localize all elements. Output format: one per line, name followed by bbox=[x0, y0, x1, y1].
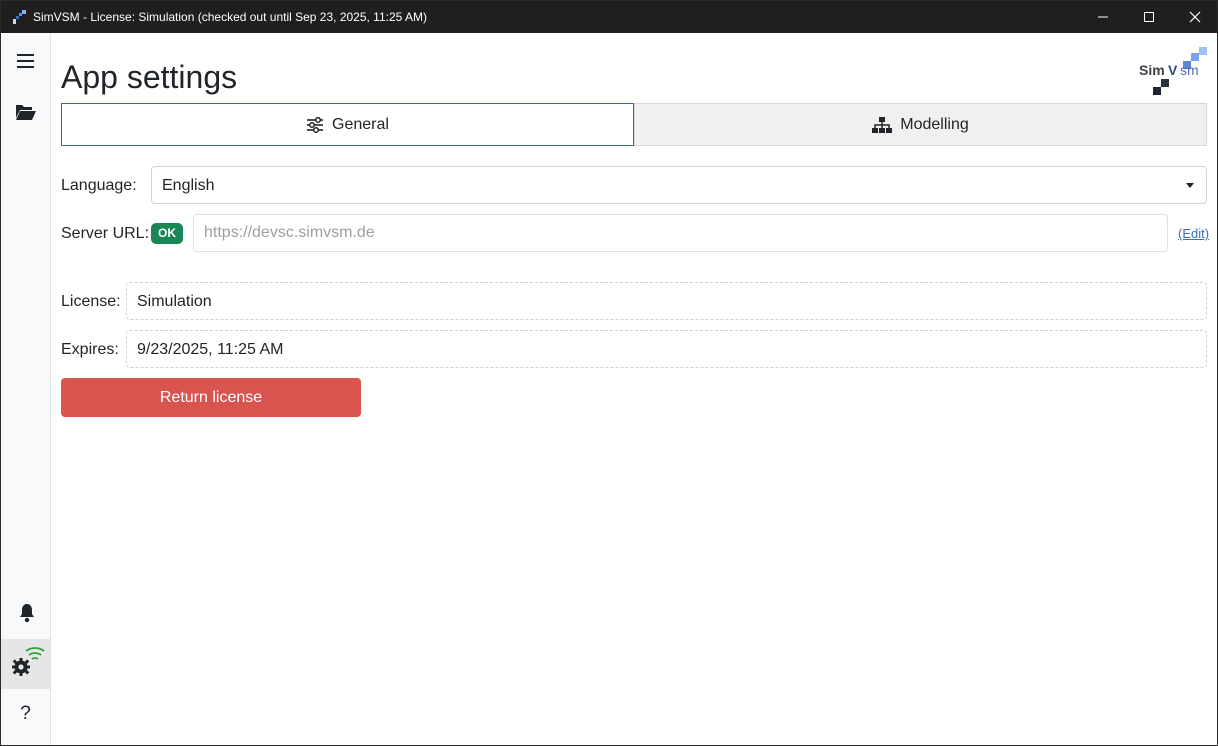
sidebar-item-menu[interactable] bbox=[1, 41, 50, 81]
sidebar-item-settings[interactable] bbox=[1, 639, 50, 689]
sidebar-item-open[interactable] bbox=[1, 91, 50, 131]
hamburger-icon bbox=[17, 54, 34, 68]
minimize-icon bbox=[1098, 16, 1108, 18]
language-value: English bbox=[162, 177, 215, 194]
sliders-icon bbox=[307, 116, 324, 133]
simvsm-logo: Sim V sm bbox=[1139, 47, 1207, 95]
chevron-down-icon bbox=[1186, 183, 1194, 188]
svg-text:V: V bbox=[1168, 62, 1178, 78]
settings-tabs: General Modelling bbox=[61, 103, 1207, 146]
main-content: App settings Sim V sm General Modelling … bbox=[51, 33, 1217, 745]
page-title: App settings bbox=[61, 59, 238, 95]
server-url-input[interactable] bbox=[193, 214, 1168, 252]
sidebar: ? bbox=[1, 33, 51, 745]
sidebar-item-help[interactable]: ? bbox=[1, 693, 50, 733]
sidebar-item-notifications[interactable] bbox=[1, 593, 50, 633]
expires-label: Expires: bbox=[61, 341, 119, 358]
title-bar: SimVSM - License: Simulation (checked ou… bbox=[1, 1, 1217, 33]
close-button[interactable] bbox=[1172, 1, 1217, 33]
language-select[interactable]: English bbox=[151, 166, 1207, 204]
tab-general[interactable]: General bbox=[61, 103, 634, 146]
window-title: SimVSM - License: Simulation (checked ou… bbox=[33, 10, 427, 24]
tab-general-label: General bbox=[332, 115, 389, 133]
maximize-button[interactable] bbox=[1126, 1, 1172, 33]
minimize-button[interactable] bbox=[1080, 1, 1126, 33]
expires-field: 9/23/2025, 11:25 AM bbox=[126, 330, 1207, 368]
language-label: Language: bbox=[61, 177, 137, 194]
maximize-icon bbox=[1144, 12, 1154, 22]
bell-icon bbox=[20, 604, 34, 623]
app-logo-icon bbox=[13, 10, 26, 24]
tab-modelling-label: Modelling bbox=[900, 115, 969, 133]
svg-text:sm: sm bbox=[1180, 62, 1199, 78]
folder-open-icon bbox=[16, 105, 36, 120]
logo-text: Sim bbox=[1139, 62, 1165, 78]
app-window: SimVSM - License: Simulation (checked ou… bbox=[0, 0, 1218, 746]
close-icon bbox=[1189, 11, 1201, 23]
license-value: Simulation bbox=[137, 293, 212, 310]
gear-wifi-icon bbox=[12, 647, 45, 676]
question-icon: ? bbox=[20, 703, 31, 724]
edit-url-link[interactable]: (Edit) bbox=[1178, 226, 1209, 241]
status-badge: OK bbox=[151, 223, 183, 244]
expires-value: 9/23/2025, 11:25 AM bbox=[137, 341, 284, 358]
license-label: License: bbox=[61, 293, 121, 310]
server-url-label: Server URL: bbox=[61, 225, 150, 242]
return-license-button[interactable]: Return license bbox=[61, 378, 361, 417]
tab-modelling[interactable]: Modelling bbox=[634, 103, 1207, 146]
license-field: Simulation bbox=[126, 282, 1207, 320]
sitemap-icon bbox=[872, 116, 893, 133]
